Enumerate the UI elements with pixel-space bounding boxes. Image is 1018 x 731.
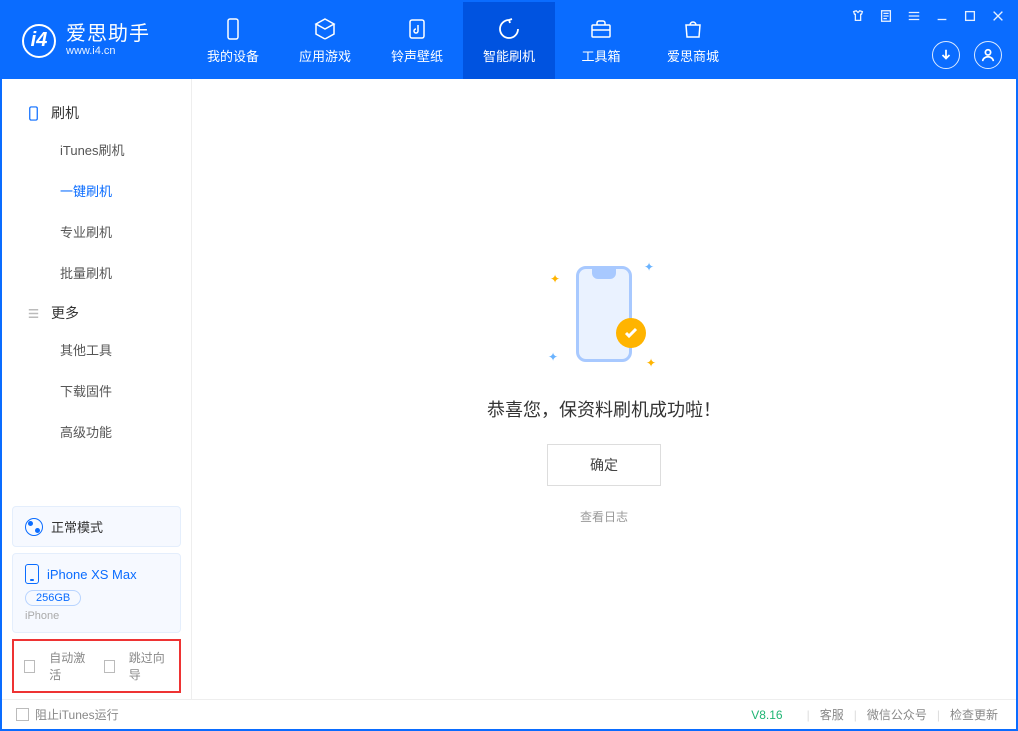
sidebar-item-itunes-flash[interactable]: iTunes刷机: [2, 129, 191, 170]
device-name: iPhone XS Max: [47, 567, 137, 582]
header: i4 爱思助手 www.i4.cn 我的设备 应用游戏 铃声壁纸 智能刷机 工具…: [2, 2, 1016, 79]
checkbox-auto-activate[interactable]: [24, 660, 35, 673]
nav-label-apps: 应用游戏: [299, 46, 351, 65]
minimize-button[interactable]: [934, 8, 950, 24]
nav-label-device: 我的设备: [207, 46, 259, 65]
menu-icon[interactable]: [906, 8, 922, 24]
sidebar-item-onekey-flash[interactable]: 一键刷机: [2, 170, 191, 211]
label-auto-activate: 自动激活: [49, 649, 89, 683]
bag-icon: [680, 16, 706, 42]
music-file-icon: [404, 16, 430, 42]
nav-apps[interactable]: 应用游戏: [279, 2, 371, 79]
nav-label-store: 爱思商城: [667, 46, 719, 65]
checkbox-block-itunes[interactable]: [16, 708, 29, 721]
ok-button[interactable]: 确定: [547, 444, 661, 486]
main-content: ✦✦✦✦ 恭喜您，保资料刷机成功啦！ 确定 查看日志: [192, 79, 1016, 699]
sidebar-item-pro-flash[interactable]: 专业刷机: [2, 211, 191, 252]
toolbox-icon: [588, 16, 614, 42]
device-type: iPhone: [25, 610, 168, 622]
close-button[interactable]: [990, 8, 1006, 24]
phone-icon: [26, 106, 41, 121]
link-wechat[interactable]: 微信公众号: [867, 706, 927, 723]
sidebar-group-more-label: 更多: [51, 303, 79, 323]
logo[interactable]: i4 爱思助手 www.i4.cn: [2, 2, 187, 79]
window-controls: [850, 8, 1006, 24]
success-illustration: ✦✦✦✦: [544, 254, 664, 374]
nav-store[interactable]: 爱思商城: [647, 2, 739, 79]
nav-label-flash: 智能刷机: [483, 46, 535, 65]
sidebar-item-other-tools[interactable]: 其他工具: [2, 329, 191, 370]
device-mode-label: 正常模式: [51, 517, 103, 536]
refresh-shield-icon: [496, 16, 522, 42]
device-mode[interactable]: 正常模式: [12, 506, 181, 547]
note-icon[interactable]: [878, 8, 894, 24]
sidebar: 刷机 iTunes刷机 一键刷机 专业刷机 批量刷机 更多 其他工具 下载固件 …: [2, 79, 192, 699]
tshirt-icon[interactable]: [850, 8, 866, 24]
label-block-itunes: 阻止iTunes运行: [35, 706, 119, 723]
app-name-cn: 爱思助手: [66, 23, 150, 45]
device-icon: [220, 16, 246, 42]
checkbox-skip-guide[interactable]: [104, 660, 115, 673]
list-icon: [26, 306, 41, 321]
nav-smart-flash[interactable]: 智能刷机: [463, 2, 555, 79]
user-button[interactable]: [974, 41, 1002, 69]
footer: 阻止iTunes运行 V8.16 | 客服 | 微信公众号 | 检查更新: [2, 699, 1016, 729]
mode-icon: [25, 518, 43, 536]
sidebar-item-download-firmware[interactable]: 下载固件: [2, 370, 191, 411]
nav-toolbox[interactable]: 工具箱: [555, 2, 647, 79]
nav-label-ring: 铃声壁纸: [391, 46, 443, 65]
success-message: 恭喜您，保资料刷机成功啦！: [487, 396, 721, 422]
sidebar-item-advanced[interactable]: 高级功能: [2, 411, 191, 452]
view-log-link[interactable]: 查看日志: [580, 508, 628, 525]
version-label: V8.16: [751, 708, 782, 722]
link-customer-service[interactable]: 客服: [820, 706, 844, 723]
download-button[interactable]: [932, 41, 960, 69]
maximize-button[interactable]: [962, 8, 978, 24]
device-panel: 正常模式 iPhone XS Max 256GB iPhone 自动激活 跳过向…: [2, 500, 191, 699]
sidebar-group-flash-label: 刷机: [51, 103, 79, 123]
phone-graphic: [576, 266, 632, 362]
device-capacity: 256GB: [25, 590, 81, 606]
cube-icon: [312, 16, 338, 42]
nav-ringtones[interactable]: 铃声壁纸: [371, 2, 463, 79]
app-name-en: www.i4.cn: [66, 45, 150, 57]
header-actions: [932, 41, 1002, 69]
nav-my-device[interactable]: 我的设备: [187, 2, 279, 79]
main-nav: 我的设备 应用游戏 铃声壁纸 智能刷机 工具箱 爱思商城: [187, 2, 739, 79]
device-info[interactable]: iPhone XS Max 256GB iPhone: [12, 553, 181, 633]
sidebar-group-flash: 刷机: [2, 93, 191, 129]
device-phone-icon: [25, 564, 39, 584]
flash-options: 自动激活 跳过向导: [12, 639, 181, 693]
link-check-update[interactable]: 检查更新: [950, 706, 998, 723]
label-skip-guide: 跳过向导: [129, 649, 169, 683]
nav-label-toolbox: 工具箱: [581, 46, 620, 65]
sidebar-item-batch-flash[interactable]: 批量刷机: [2, 252, 191, 293]
body: 刷机 iTunes刷机 一键刷机 专业刷机 批量刷机 更多 其他工具 下载固件 …: [2, 79, 1016, 699]
sidebar-group-more: 更多: [2, 293, 191, 329]
logo-icon: i4: [22, 24, 56, 58]
check-icon: [616, 318, 646, 348]
